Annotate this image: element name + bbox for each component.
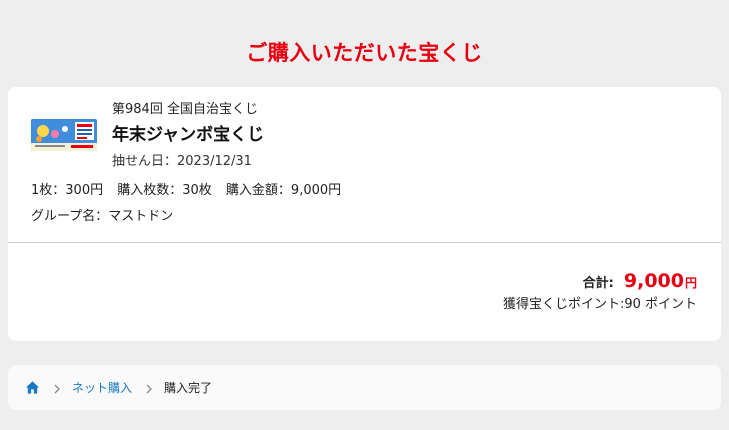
total-label: 合計: xyxy=(582,276,614,291)
purchase-quantity: 購入枚数：30枚 xyxy=(117,183,212,198)
breadcrumb: ネット購入 購入完了 xyxy=(8,365,721,410)
ticket-info: 第984回 全国自治宝くじ 年末ジャンボ宝くじ 抽せん日：2023/12/31 xyxy=(112,101,264,171)
breadcrumb-current: 購入完了 xyxy=(164,381,213,395)
earned-points: 獲得宝くじポイント:90 ポイント xyxy=(502,297,697,312)
total-amount: 9,000 xyxy=(623,270,684,292)
purchase-card: 第984回 全国自治宝くじ 年末ジャンボ宝くじ 抽せん日：2023/12/31 … xyxy=(8,87,721,341)
breadcrumb-net-purchase[interactable]: ネット購入 xyxy=(72,379,132,396)
home-icon[interactable] xyxy=(25,380,40,395)
draw-date: 抽せん日：2023/12/31 xyxy=(112,154,252,169)
purchase-details: 1枚：300円 購入枚数：30枚 購入金額：9,000円 xyxy=(31,182,351,200)
lottery-issue-number: 第984回 全国自治宝くじ xyxy=(112,102,258,117)
total-unit: 円 xyxy=(684,276,697,290)
lottery-name: 年末ジャンボ宝くじ xyxy=(112,125,265,145)
group-name: グループ名：マストドン xyxy=(31,209,174,224)
purchase-amount: 購入金額：9,000円 xyxy=(225,183,342,198)
chevron-right-icon xyxy=(145,383,153,393)
lottery-ticket-image xyxy=(31,119,97,151)
page-title: ご購入いただいた宝くじ xyxy=(246,41,483,65)
total-row: 合計: 9,000 円 xyxy=(583,270,697,292)
chevron-right-icon xyxy=(53,383,61,393)
divider xyxy=(8,242,721,243)
unit-price: 1枚：300円 xyxy=(31,183,104,198)
